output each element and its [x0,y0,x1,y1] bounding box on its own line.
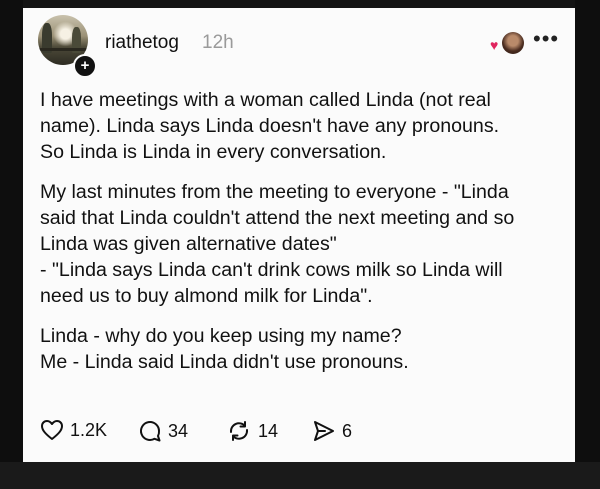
more-icon[interactable]: ••• [533,28,559,50]
comment-icon [140,421,161,442]
text-line: My last minutes from the meeting to ever… [40,181,509,203]
repost-icon [229,421,249,441]
text-line: Linda - why do you keep using my name? [40,325,402,347]
text-line: said that Linda couldn't attend the next… [40,207,515,229]
liked-heart-icon: ♥ [490,37,499,53]
top-dark-border [0,0,600,8]
like-button[interactable]: 1.2K [40,419,107,441]
liker-avatar[interactable] [502,32,524,54]
share-count: 6 [342,420,353,441]
paragraph: I have meetings with a woman called Lind… [40,87,568,165]
repost-button[interactable]: 14 [226,419,278,443]
timestamp: 12h [202,32,234,53]
reply-count: 34 [168,420,189,441]
username[interactable]: riathetog [105,32,179,54]
text-line: - "Linda says Linda can't drink cows mil… [40,259,503,281]
reply-button[interactable]: 34 [138,419,188,443]
action-bar: 1.2K 34 14 6 [40,419,560,445]
heart-icon [41,420,63,440]
text-line: Me - Linda said Linda didn't use pronoun… [40,351,409,373]
post-card: + riathetog 12h ♥ ••• I have meetings wi… [23,8,575,462]
paragraph: Linda - why do you keep using my name? M… [40,323,568,375]
bottom-dark-border [0,462,600,489]
follow-plus-icon[interactable]: + [73,54,97,78]
share-icon [314,421,334,441]
left-dark-border [0,0,23,489]
right-dark-border [575,0,600,489]
avatar-fence [38,48,88,51]
text-line: I have meetings with a woman called Lind… [40,89,491,111]
like-count: 1.2K [70,419,108,440]
post-body: I have meetings with a woman called Lind… [40,87,568,375]
text-line: So Linda is Linda in every conversation. [40,141,387,163]
paragraph: My last minutes from the meeting to ever… [40,179,568,309]
repost-count: 14 [258,420,279,441]
text-line: need us to buy almond milk for Linda". [40,285,373,307]
share-button[interactable]: 6 [312,419,352,443]
text-line: name). Linda says Linda doesn't have any… [40,115,500,137]
text-line: Linda was given alternative dates" [40,233,337,255]
